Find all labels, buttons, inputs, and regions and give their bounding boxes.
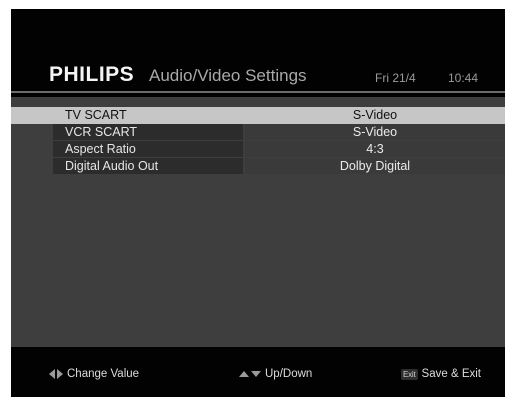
time-display: 10:44 xyxy=(448,71,479,85)
hint-save-exit: Exit Save & Exit xyxy=(401,367,481,381)
hint-change-value: Change Value xyxy=(49,367,139,381)
setting-label: Digital Audio Out xyxy=(53,158,243,174)
setting-row-aspect-ratio[interactable]: Aspect Ratio 4:3 xyxy=(11,141,505,158)
header: PHILIPS Audio/Video Settings Fri 21/4 10… xyxy=(11,9,505,89)
exit-key-icon: Exit xyxy=(401,368,418,380)
settings-panel: TV SCART S-Video VCR SCART S-Video Aspec… xyxy=(11,97,505,347)
setting-value[interactable]: Dolby Digital xyxy=(245,158,505,174)
date-display: Fri 21/4 xyxy=(375,71,416,85)
left-right-arrow-icon xyxy=(49,369,63,379)
brand-logo: PHILIPS xyxy=(49,63,135,86)
setting-row-vcr-scart[interactable]: VCR SCART S-Video xyxy=(11,124,505,141)
up-down-arrow-icon xyxy=(239,371,261,377)
setting-label: Aspect Ratio xyxy=(53,141,243,157)
hint-change-value-label: Change Value xyxy=(67,368,140,380)
tv-screen: PHILIPS Audio/Video Settings Fri 21/4 10… xyxy=(11,9,505,397)
setting-row-tv-scart[interactable]: TV SCART S-Video xyxy=(11,107,505,124)
hint-up-down-label: Up/Down xyxy=(265,368,313,380)
hint-up-down: Up/Down xyxy=(239,367,312,381)
page-title: Audio/Video Settings xyxy=(149,66,307,85)
setting-label: TV SCART xyxy=(53,107,243,123)
setting-value[interactable]: 4:3 xyxy=(245,141,505,157)
settings-list: TV SCART S-Video VCR SCART S-Video Aspec… xyxy=(11,107,505,175)
setting-row-digital-audio-out[interactable]: Digital Audio Out Dolby Digital xyxy=(11,158,505,175)
footer-hints: Change Value Up/Down Exit Save & Exit xyxy=(11,347,505,397)
setting-value[interactable]: S-Video xyxy=(245,107,505,123)
setting-value[interactable]: S-Video xyxy=(245,124,505,140)
header-divider xyxy=(11,91,505,93)
setting-label: VCR SCART xyxy=(53,124,243,140)
hint-save-exit-label: Save & Exit xyxy=(421,368,481,380)
